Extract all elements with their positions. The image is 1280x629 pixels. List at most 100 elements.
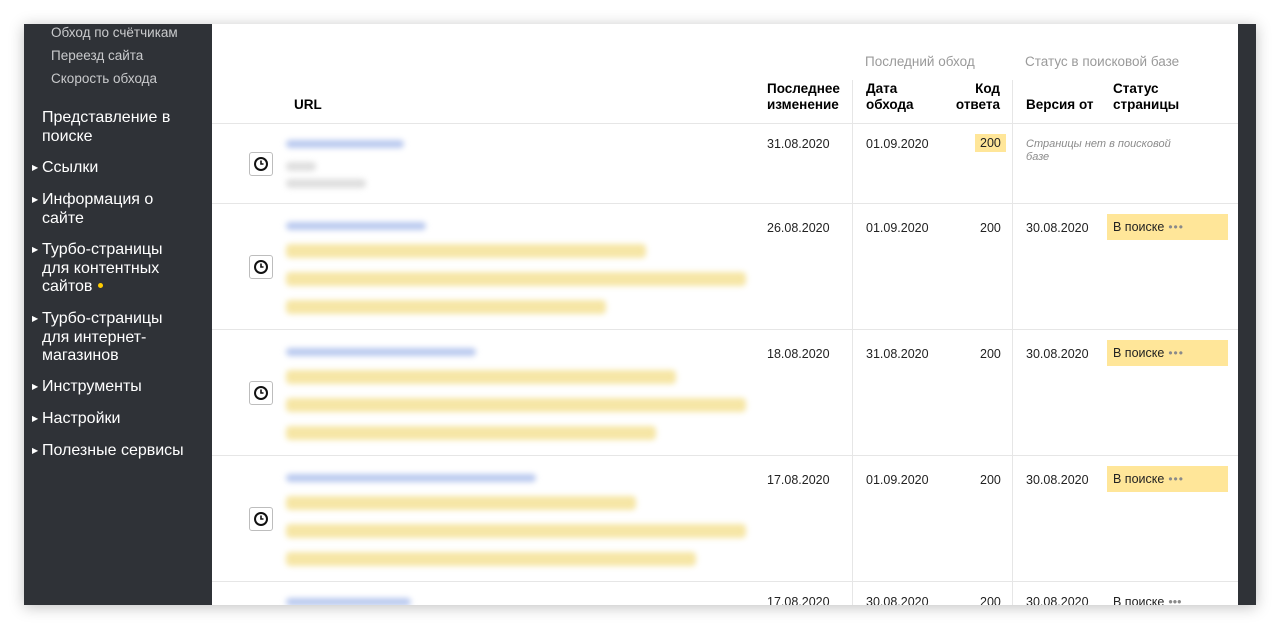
header-divider	[212, 123, 1238, 124]
more-icon[interactable]: •••	[1168, 220, 1184, 234]
column-divider	[852, 80, 853, 605]
url-link[interactable]	[286, 222, 426, 230]
last-change-cell: 17.08.2020	[767, 595, 830, 605]
url-snippet	[286, 398, 746, 412]
triangle-right-icon: ▶	[32, 382, 39, 391]
last-change-cell: 17.08.2020	[767, 473, 830, 487]
group-header-last-crawl: Последний обход	[865, 54, 975, 69]
column-header-response-code[interactable]: Код ответа	[952, 81, 1000, 113]
url-cell[interactable]	[286, 474, 754, 580]
row-divider	[212, 455, 1238, 456]
last-change-cell: 26.08.2020	[767, 221, 830, 235]
clock-icon	[254, 386, 268, 400]
status-badge[interactable]: В поиске •••	[1107, 214, 1228, 240]
url-title	[286, 179, 366, 188]
more-icon[interactable]: •••	[1168, 472, 1184, 486]
column-header-url[interactable]: URL	[294, 97, 322, 113]
triangle-right-icon: ▶	[32, 163, 39, 172]
history-button[interactable]	[249, 381, 273, 405]
right-panel-edge	[1238, 24, 1256, 605]
row-divider	[212, 581, 1238, 582]
sidebar-item-label: Настройки	[42, 410, 121, 427]
version-date-cell: 30.08.2020	[1026, 221, 1089, 235]
triangle-right-icon: ▶	[32, 314, 39, 323]
url-cell[interactable]	[286, 140, 754, 202]
sidebar: Обход по счётчикам Переезд сайта Скорост…	[24, 24, 212, 605]
url-snippet	[286, 370, 676, 384]
crawl-date-cell: 31.08.2020	[866, 347, 929, 361]
url-snippet	[286, 496, 636, 510]
sidebar-subitem-site-move[interactable]: Переезд сайта	[51, 48, 143, 63]
sidebar-subitem-crawl-counters[interactable]: Обход по счётчикам	[51, 25, 178, 40]
url-snippet	[286, 300, 606, 314]
column-divider	[1012, 80, 1013, 605]
status-label: В поиске	[1113, 346, 1165, 360]
status-label: В поиске	[1113, 472, 1165, 486]
sidebar-section-search-presentation[interactable]: Представление в поиске	[32, 109, 192, 146]
url-cell[interactable]	[286, 598, 754, 605]
not-in-index-note: Страницы нет в поисковой базе	[1026, 138, 1171, 163]
triangle-right-icon: ▶	[32, 446, 39, 455]
url-link[interactable]	[286, 598, 411, 605]
column-header-version-from[interactable]: Версия от	[1026, 97, 1093, 113]
response-code-cell: 200	[980, 221, 1001, 235]
status-label: В поиске	[1113, 220, 1165, 234]
history-button[interactable]	[249, 507, 273, 531]
column-header-last-change[interactable]: Последнее изменение	[767, 81, 849, 113]
group-header-search-status: Статус в поисковой базе	[1025, 54, 1180, 69]
url-snippet	[286, 524, 746, 538]
sidebar-item-label: Инструменты	[42, 378, 142, 395]
sidebar-item-label: Полезные сервисы	[42, 442, 184, 459]
column-header-crawl-date[interactable]: Дата обхода	[866, 81, 926, 113]
response-code-cell: 200	[980, 347, 1001, 361]
url-title	[286, 162, 316, 171]
version-date-cell: 30.08.2020	[1026, 347, 1089, 361]
row-divider	[212, 329, 1238, 330]
row-divider	[212, 203, 1238, 204]
more-icon[interactable]: •••	[1168, 346, 1184, 360]
url-snippet	[286, 244, 646, 258]
sidebar-item-site-info[interactable]: ▶ Информация о сайте	[32, 191, 162, 228]
sidebar-item-turbo-shops[interactable]: ▶ Турбо-страницы для интернет-магазинов	[32, 310, 182, 366]
sidebar-item-links[interactable]: ▶ Ссылки	[32, 159, 98, 179]
history-button[interactable]	[249, 255, 273, 279]
status-label: В поиске	[1113, 595, 1165, 605]
version-date-cell: 30.08.2020	[1026, 473, 1089, 487]
url-link[interactable]	[286, 140, 404, 148]
sidebar-item-tools[interactable]: ▶ Инструменты	[32, 378, 142, 398]
clock-icon	[254, 260, 268, 274]
history-button[interactable]	[249, 152, 273, 176]
column-header-page-status[interactable]: Статус страницы	[1113, 81, 1193, 113]
sidebar-item-useful-services[interactable]: ▶ Полезные сервисы	[32, 442, 184, 462]
sidebar-section-label: Представление в поиске	[42, 109, 171, 145]
more-icon[interactable]: •••	[1168, 595, 1181, 605]
url-link[interactable]	[286, 474, 536, 482]
sidebar-item-label: Информация о сайте	[42, 191, 154, 227]
url-snippet	[286, 426, 656, 440]
response-code-cell: 200	[975, 134, 1006, 152]
status-badge[interactable]: В поиске •••	[1107, 466, 1228, 492]
sidebar-item-turbo-content[interactable]: ▶ Турбо-страницы для контентных сайтов	[32, 241, 192, 297]
triangle-right-icon: ▶	[32, 414, 39, 423]
clock-icon	[254, 512, 268, 526]
url-snippet	[286, 552, 696, 566]
crawl-date-cell: 30.08.2020	[866, 595, 929, 605]
notification-dot-icon	[98, 283, 104, 288]
crawl-date-cell: 01.09.2020	[866, 221, 929, 235]
status-badge[interactable]: В поиске •••	[1113, 595, 1181, 605]
clock-icon	[254, 157, 268, 171]
sidebar-item-settings[interactable]: ▶ Настройки	[32, 410, 120, 430]
sidebar-subitem-crawl-speed[interactable]: Скорость обхода	[51, 71, 157, 86]
url-link[interactable]	[286, 348, 476, 356]
version-date-cell: 30.08.2020	[1026, 595, 1089, 605]
last-change-cell: 18.08.2020	[767, 347, 830, 361]
sidebar-item-label: Ссылки	[42, 159, 99, 176]
triangle-right-icon: ▶	[32, 245, 39, 254]
status-badge[interactable]: В поиске •••	[1107, 340, 1228, 366]
triangle-right-icon: ▶	[32, 195, 39, 204]
response-code-cell: 200	[980, 595, 1001, 605]
url-cell[interactable]	[286, 348, 754, 454]
url-cell[interactable]	[286, 222, 754, 328]
crawl-date-cell: 01.09.2020	[866, 137, 929, 151]
webmaster-window: Обход по счётчикам Переезд сайта Скорост…	[24, 24, 1256, 605]
